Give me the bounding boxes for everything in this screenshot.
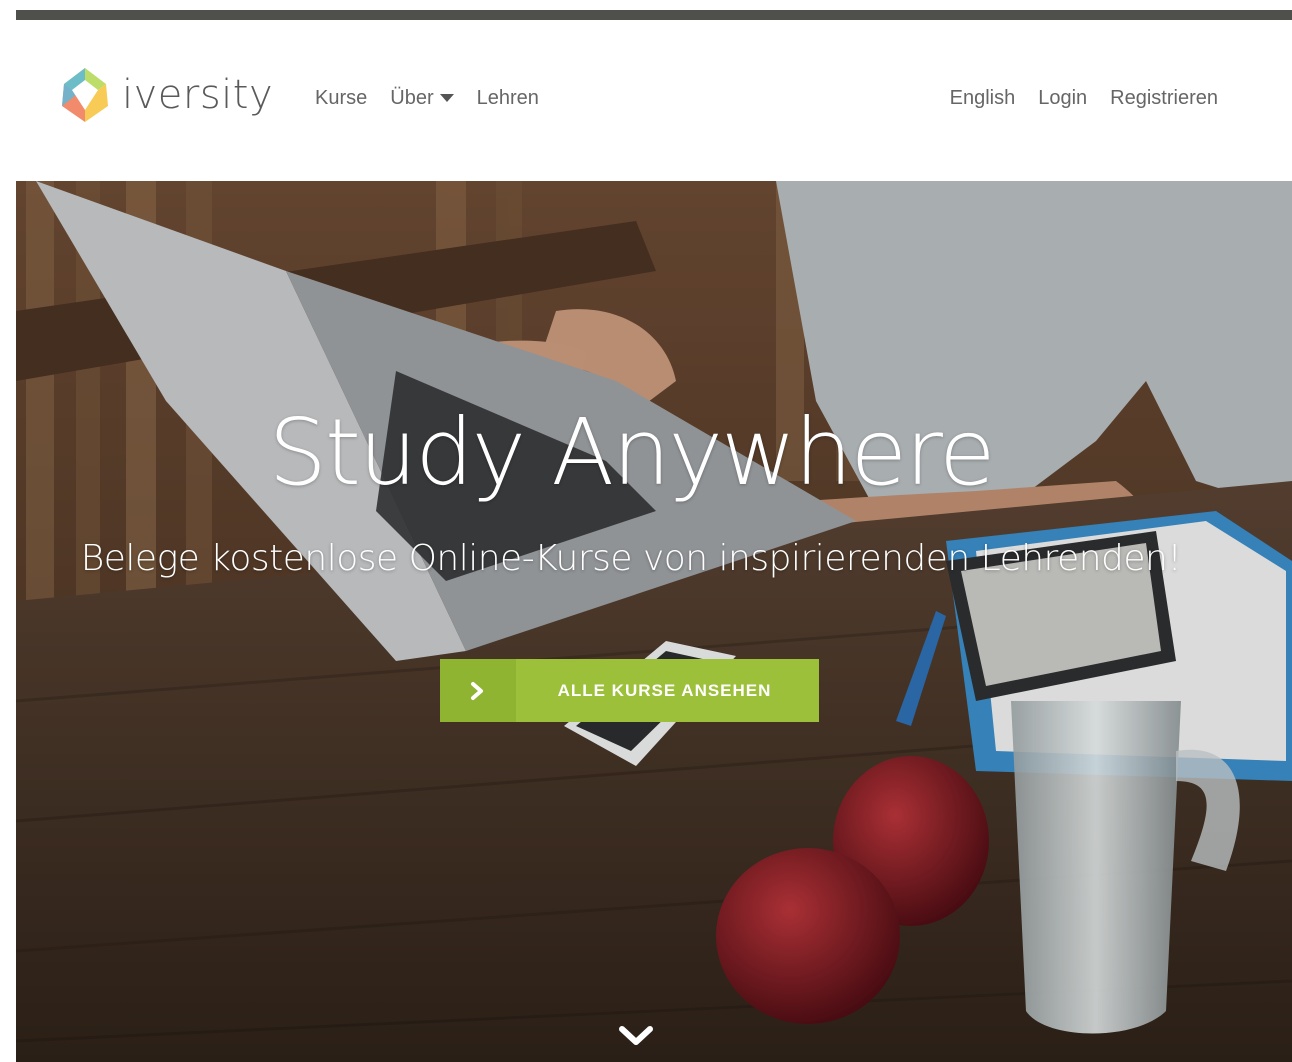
chevron-right-icon: [471, 681, 483, 700]
hero-section: Study Anywhere Belege kostenlose Online-…: [16, 181, 1292, 1062]
primary-nav: Kurse Über Lehren: [315, 84, 562, 112]
page: iversity Kurse Über Lehren English Login…: [0, 0, 1292, 1062]
cta-label: ALLE KURSE ANSEHEN: [557, 680, 772, 700]
nav-lehren[interactable]: Lehren: [477, 84, 539, 112]
caret-down-icon: [439, 94, 454, 102]
nav-kurse[interactable]: Kurse: [315, 84, 367, 112]
secondary-nav: English Login Registrieren: [927, 84, 1218, 112]
language-switch-english[interactable]: English: [950, 84, 1016, 112]
register-link[interactable]: Registrieren: [1110, 84, 1218, 112]
iversity-logo-icon: [62, 68, 108, 122]
view-all-courses-button[interactable]: ALLE KURSE ANSEHEN: [440, 659, 819, 722]
hero-title: Study Anywhere: [268, 399, 995, 506]
navbar: iversity Kurse Über Lehren English Login…: [0, 20, 1292, 180]
cta-icon-box: [440, 659, 516, 722]
nav-ueber-dropdown[interactable]: Über: [390, 84, 454, 112]
logo-link[interactable]: iversity: [56, 66, 273, 124]
hero-subtitle: Belege kostenlose Online-Kurse von inspi…: [80, 538, 1182, 579]
hero-overlay: [16, 181, 1292, 1062]
brand-name: iversity: [122, 72, 274, 118]
top-accent-bar: [16, 10, 1292, 20]
nav-ueber-label: Über: [390, 87, 434, 109]
chevron-down-icon[interactable]: [616, 1021, 656, 1051]
login-link[interactable]: Login: [1038, 84, 1087, 112]
